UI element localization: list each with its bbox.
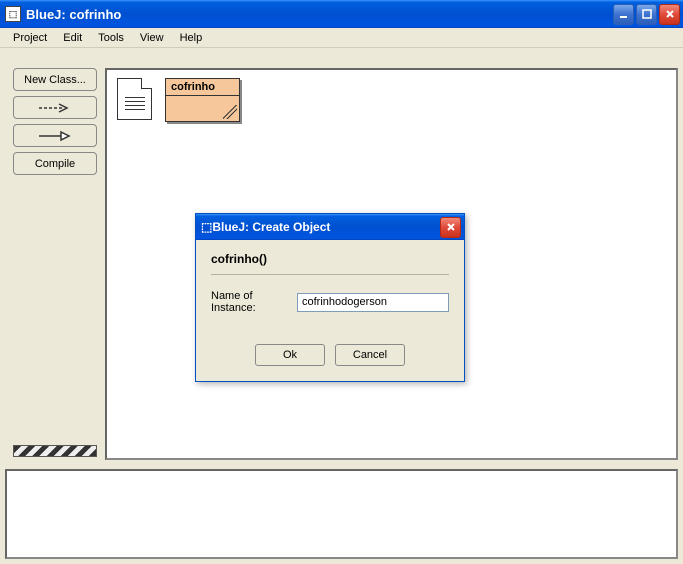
constructor-signature: cofrinho() <box>211 252 449 275</box>
menubar: Project Edit Tools View Help <box>0 28 683 48</box>
progress-indicator <box>13 445 97 457</box>
uses-arrow-button[interactable] <box>13 96 97 119</box>
class-box-cofrinho[interactable]: cofrinho <box>165 78 240 122</box>
dialog-app-icon: ⬚ <box>201 220 212 234</box>
menu-edit[interactable]: Edit <box>55 30 90 46</box>
readme-icon[interactable] <box>117 78 152 120</box>
new-class-button[interactable]: New Class... <box>13 68 97 91</box>
close-button[interactable] <box>659 4 680 25</box>
object-bench[interactable] <box>5 469 678 559</box>
menu-view[interactable]: View <box>132 30 172 46</box>
compile-button[interactable]: Compile <box>13 152 97 175</box>
menu-tools[interactable]: Tools <box>90 30 132 46</box>
sidebar: New Class... Compile <box>5 48 105 465</box>
instance-name-input[interactable] <box>297 293 449 312</box>
inherits-arrow-button[interactable] <box>13 124 97 147</box>
menu-help[interactable]: Help <box>172 30 211 46</box>
maximize-button[interactable] <box>636 4 657 25</box>
minimize-button[interactable] <box>613 4 634 25</box>
dialog-title: BlueJ: Create Object <box>212 220 440 234</box>
ok-button[interactable]: Ok <box>255 344 325 366</box>
main-titlebar: ⬚ BlueJ: cofrinho <box>0 0 683 28</box>
instance-name-label: Name of Instance: <box>211 290 291 314</box>
dialog-titlebar: ⬚ BlueJ: Create Object <box>196 214 464 240</box>
menu-project[interactable]: Project <box>5 30 55 46</box>
cancel-button[interactable]: Cancel <box>335 344 405 366</box>
create-object-dialog: ⬚ BlueJ: Create Object cofrinho() Name o… <box>195 213 465 382</box>
app-icon: ⬚ <box>5 6 21 22</box>
window-title: BlueJ: cofrinho <box>26 7 613 22</box>
class-box-label: cofrinho <box>166 79 239 96</box>
dialog-close-button[interactable] <box>440 217 461 238</box>
